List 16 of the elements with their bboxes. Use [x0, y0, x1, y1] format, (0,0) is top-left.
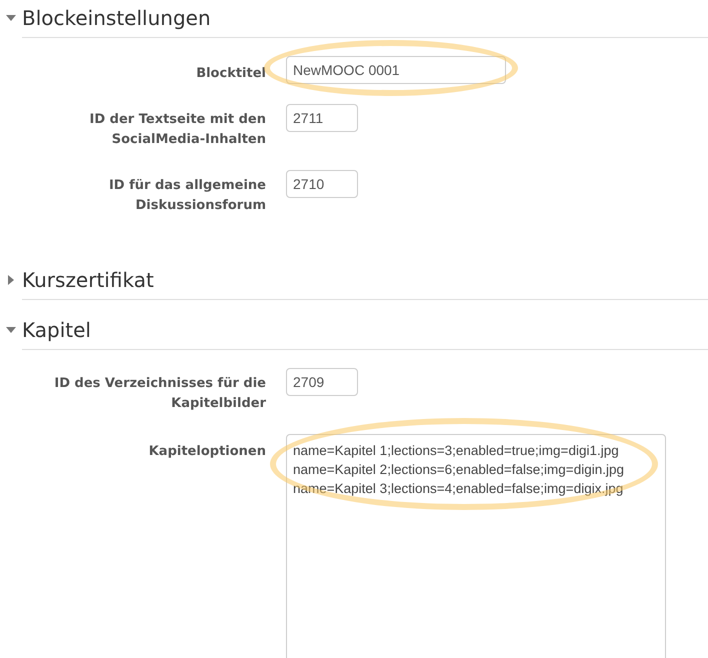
caret-icon[interactable]: [6, 13, 16, 23]
options-textarea[interactable]: name=Kapitel 1;lections=3;enabled=true;img=digi1.jpg name=Kapitel 2;lections=6;enabled=false;img=digin.jpg name=Kapitel 3;lections=4;enabled=false;img=digix.jpg: [286, 434, 666, 658]
caret-icon[interactable]: [6, 275, 16, 285]
field-label: Blocktitel: [196, 65, 266, 83]
id-input[interactable]: 2709: [286, 368, 358, 396]
field-label: ID für das allgemeine Diskussionsforum: [108, 177, 266, 215]
section-heading[interactable]: Kurszertifikat: [22, 268, 154, 292]
field-label: Kapiteloptionen: [148, 443, 266, 461]
title-input[interactable]: NewMOOC 0001: [286, 56, 506, 84]
section-heading[interactable]: Kapitel: [22, 318, 91, 342]
caret-icon[interactable]: [6, 325, 16, 335]
section-heading[interactable]: Blockeinstellungen: [22, 6, 211, 30]
field-label: ID des Verzeichnisses für die Kapitelbilder: [53, 375, 266, 413]
id-input[interactable]: 2711: [286, 104, 358, 132]
field-label: ID der Textseite mit den SocialMedia-Inhalten: [88, 111, 266, 149]
id-input[interactable]: 2710: [286, 170, 358, 198]
